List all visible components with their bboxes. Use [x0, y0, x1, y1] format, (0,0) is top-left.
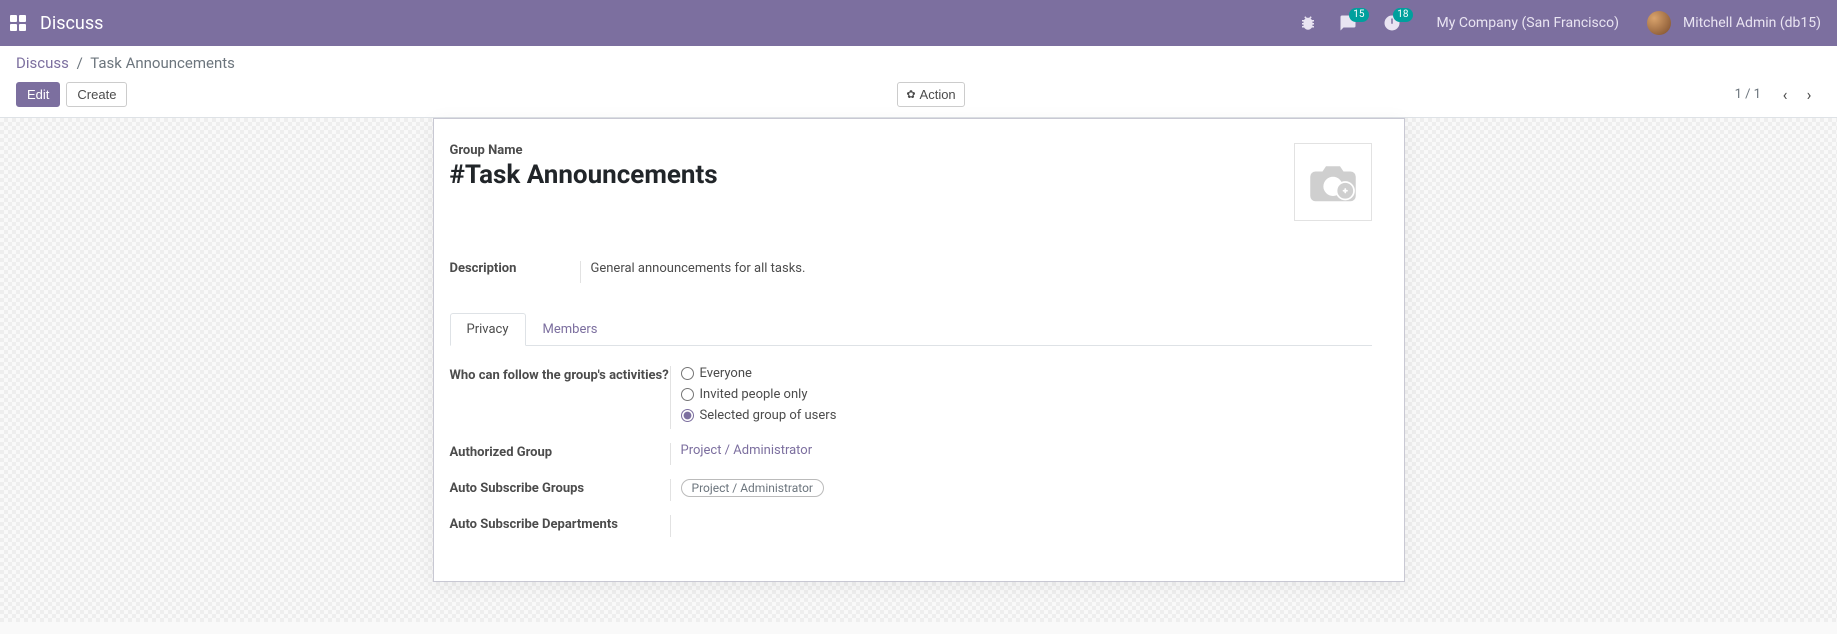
action-button-label: Action	[920, 87, 956, 102]
radio-selected-label: Selected group of users	[700, 408, 837, 423]
debug-icon[interactable]	[1299, 14, 1317, 32]
radio-selected[interactable]: Selected group of users	[681, 408, 1372, 423]
form-sheet: Group Name #Task Announcements Descripti…	[433, 118, 1405, 582]
breadcrumb-root[interactable]: Discuss	[16, 54, 69, 72]
description-value: General announcements for all tasks.	[580, 261, 1372, 283]
auto-sub-groups-label: Auto Subscribe Groups	[450, 479, 670, 496]
notebook: Privacy Members Who can follow the group…	[450, 313, 1372, 537]
radio-invited-label: Invited people only	[700, 387, 808, 402]
control-panel: Discuss / Task Announcements Edit Create…	[0, 46, 1837, 118]
image-upload[interactable]	[1294, 143, 1372, 221]
breadcrumb: Discuss / Task Announcements	[16, 54, 1821, 72]
main-navbar: Discuss 15 18 My Company (San Francisco)…	[0, 0, 1837, 46]
radio-everyone-label: Everyone	[700, 366, 752, 381]
auto-sub-depts-value	[670, 515, 1372, 537]
radio-invited[interactable]: Invited people only	[681, 387, 1372, 402]
group-name-value: #Task Announcements	[450, 160, 1294, 190]
company-name: My Company (San Francisco)	[1437, 15, 1619, 31]
pager: 1 / 1 ‹ ›	[1735, 83, 1821, 107]
camera-plus-icon	[1305, 160, 1361, 204]
gear-icon: ✿	[906, 88, 915, 101]
activities-icon[interactable]: 18	[1383, 14, 1401, 32]
auto-sub-depts-label: Auto Subscribe Departments	[450, 515, 670, 532]
radio-everyone[interactable]: Everyone	[681, 366, 1372, 381]
apps-menu-icon[interactable]	[8, 13, 28, 33]
authorized-group-label: Authorized Group	[450, 443, 670, 460]
who-follow-label: Who can follow the group's activities?	[450, 366, 670, 383]
authorized-group-link[interactable]: Project / Administrator	[681, 443, 1372, 458]
activities-badge: 18	[1393, 8, 1412, 22]
edit-button[interactable]: Edit	[16, 82, 60, 107]
avatar-icon	[1647, 11, 1671, 35]
group-name-label: Group Name	[450, 143, 1294, 158]
pager-counter[interactable]: 1 / 1	[1735, 87, 1761, 102]
form-background: Group Name #Task Announcements Descripti…	[0, 118, 1837, 622]
auto-sub-groups-tag[interactable]: Project / Administrator	[681, 479, 825, 497]
radio-everyone-input[interactable]	[681, 367, 694, 380]
create-button[interactable]: Create	[66, 82, 127, 107]
radio-selected-input[interactable]	[681, 409, 694, 422]
tab-members[interactable]: Members	[526, 313, 615, 346]
breadcrumb-current: Task Announcements	[90, 54, 235, 72]
company-switcher[interactable]: My Company (San Francisco)	[1431, 15, 1619, 31]
app-title[interactable]: Discuss	[40, 13, 103, 34]
description-label: Description	[450, 261, 580, 276]
pager-next-icon[interactable]: ›	[1797, 83, 1821, 107]
radio-invited-input[interactable]	[681, 388, 694, 401]
pager-prev-icon[interactable]: ‹	[1773, 83, 1797, 107]
user-menu[interactable]: Mitchell Admin (db15)	[1647, 11, 1821, 35]
tab-privacy-content: Who can follow the group's activities? E…	[450, 346, 1372, 537]
messages-icon[interactable]: 15	[1339, 14, 1357, 32]
tab-privacy[interactable]: Privacy	[450, 313, 526, 346]
breadcrumb-separator: /	[77, 54, 83, 72]
action-button[interactable]: ✿ Action	[897, 82, 964, 107]
messages-badge: 15	[1349, 8, 1368, 22]
user-name: Mitchell Admin (db15)	[1683, 15, 1821, 31]
